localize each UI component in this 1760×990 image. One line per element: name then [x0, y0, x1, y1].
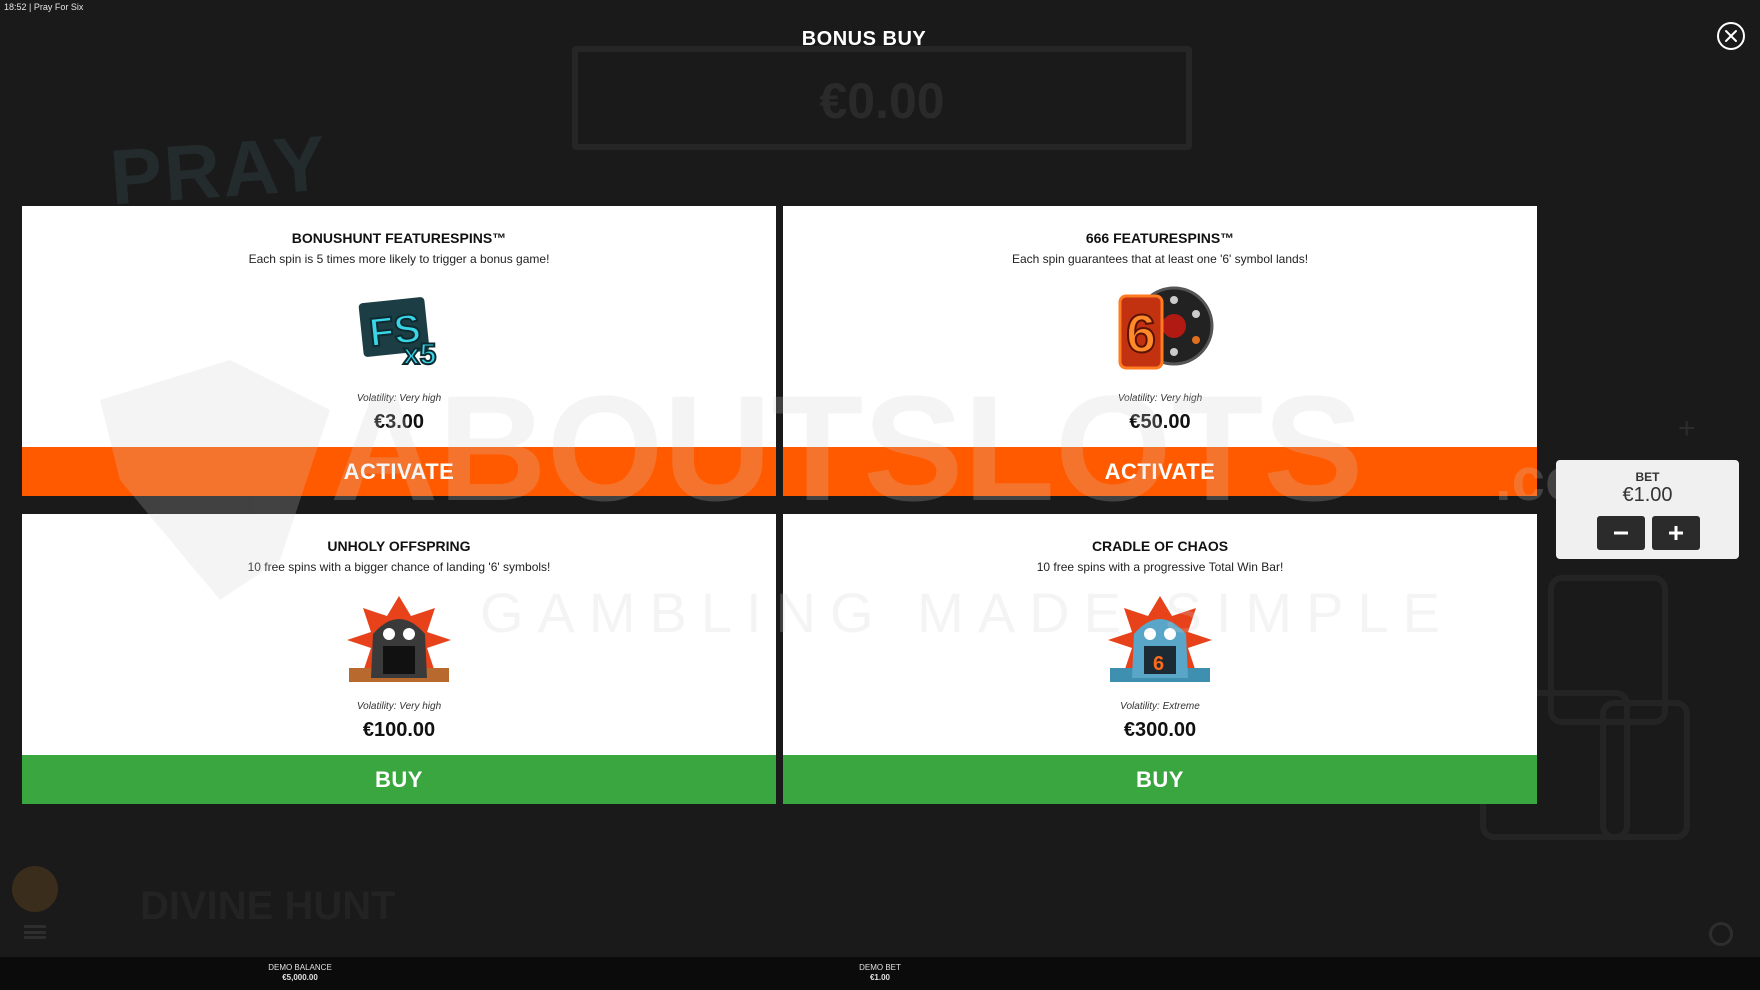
buy-button[interactable]: BUY: [22, 755, 776, 804]
menu-icon[interactable]: [24, 925, 46, 939]
bet-increase-button[interactable]: [1652, 516, 1700, 550]
six-wheel-icon: 6: [1118, 286, 1214, 370]
demo-bet-value: €1.00: [869, 973, 891, 982]
status-app-title: Pray For Six: [33, 2, 84, 12]
card-volatility: Volatility: Very high: [1117, 393, 1203, 404]
background-reel: [1600, 700, 1690, 840]
card-price: €50.00: [1129, 411, 1191, 433]
bottom-bar: DEMO BALANCE €5,000.00 DEMO BET €1.00: [0, 957, 1760, 990]
card-volatility: Volatility: Very high: [356, 701, 442, 712]
demo-bet-label: DEMO BET: [859, 963, 901, 972]
card-price: €100.00: [362, 719, 436, 741]
modal-title: BONUS BUY: [801, 28, 927, 50]
activate-button[interactable]: ACTIVATE: [783, 447, 1537, 496]
card-price: €300.00: [1123, 719, 1197, 741]
demo-bet: DEMO BET €1.00: [820, 963, 940, 982]
card-description: 10 free spins with a progressive Total W…: [1036, 560, 1284, 574]
settings-icon[interactable]: [1709, 922, 1733, 946]
buy-button[interactable]: BUY: [783, 755, 1537, 804]
bet-value: €1.00: [1622, 484, 1673, 506]
activate-button[interactable]: ACTIVATE: [22, 447, 776, 496]
status-separator: |: [29, 2, 32, 12]
bonus-card-cradle-of-chaos: CRADLE OF CHAOS 10 free spins with a pro…: [783, 514, 1537, 804]
bonus-card-unholy-offspring: UNHOLY OFFSPRING 10 free spins with a bi…: [22, 514, 776, 804]
close-button[interactable]: [1717, 22, 1745, 50]
card-title: UNHOLY OFFSPRING: [327, 538, 471, 554]
plus-icon: [1669, 526, 1683, 540]
chaos-skull-icon: 6: [1108, 596, 1212, 682]
bonus-card-bonushunt: BONUSHUNT FEATURESPINS™ Each spin is 5 t…: [22, 206, 776, 496]
demo-balance: DEMO BALANCE €5,000.00: [240, 963, 360, 982]
demo-balance-label: DEMO BALANCE: [268, 963, 332, 972]
bonus-card-666: 666 FEATURESPINS™ Each spin guarantees t…: [783, 206, 1537, 496]
unholy-skull-icon: [347, 596, 451, 682]
status-time: 18:52: [4, 2, 27, 12]
card-title: BONUSHUNT FEATURESPINS™: [291, 230, 507, 246]
svg-text:6: 6: [1153, 653, 1164, 675]
background-coin-icon: [12, 866, 58, 912]
demo-balance-value: €5,000.00: [282, 973, 318, 982]
card-volatility: Volatility: Extreme: [1120, 701, 1200, 712]
card-description: Each spin is 5 times more likely to trig…: [248, 252, 550, 266]
status-bar: 18:52 | Pray For Six: [4, 2, 83, 12]
close-icon: [1725, 30, 1737, 42]
svg-text:6: 6: [1126, 304, 1156, 364]
card-description: 10 free spins with a bigger chance of la…: [247, 560, 551, 574]
card-volatility: Volatility: Very high: [356, 393, 442, 404]
card-price: €3.00: [373, 411, 425, 433]
fs-x5-icon: FS x5: [358, 297, 437, 372]
bet-panel: BET €1.00: [1556, 460, 1739, 559]
card-description: Each spin guarantees that at least one '…: [1011, 252, 1309, 266]
background-plus-icon: +: [1678, 412, 1696, 445]
card-title: 666 FEATURESPINS™: [1085, 230, 1235, 246]
svg-text:x5: x5: [403, 338, 436, 371]
minus-icon: [1614, 531, 1628, 535]
card-title: CRADLE OF CHAOS: [1091, 538, 1229, 554]
bet-decrease-button[interactable]: [1597, 516, 1645, 550]
background-bottom-logo: DIVINE HUNT: [140, 884, 396, 928]
background-win-amount: €0.00: [819, 73, 945, 129]
bet-label: BET: [1635, 470, 1660, 484]
